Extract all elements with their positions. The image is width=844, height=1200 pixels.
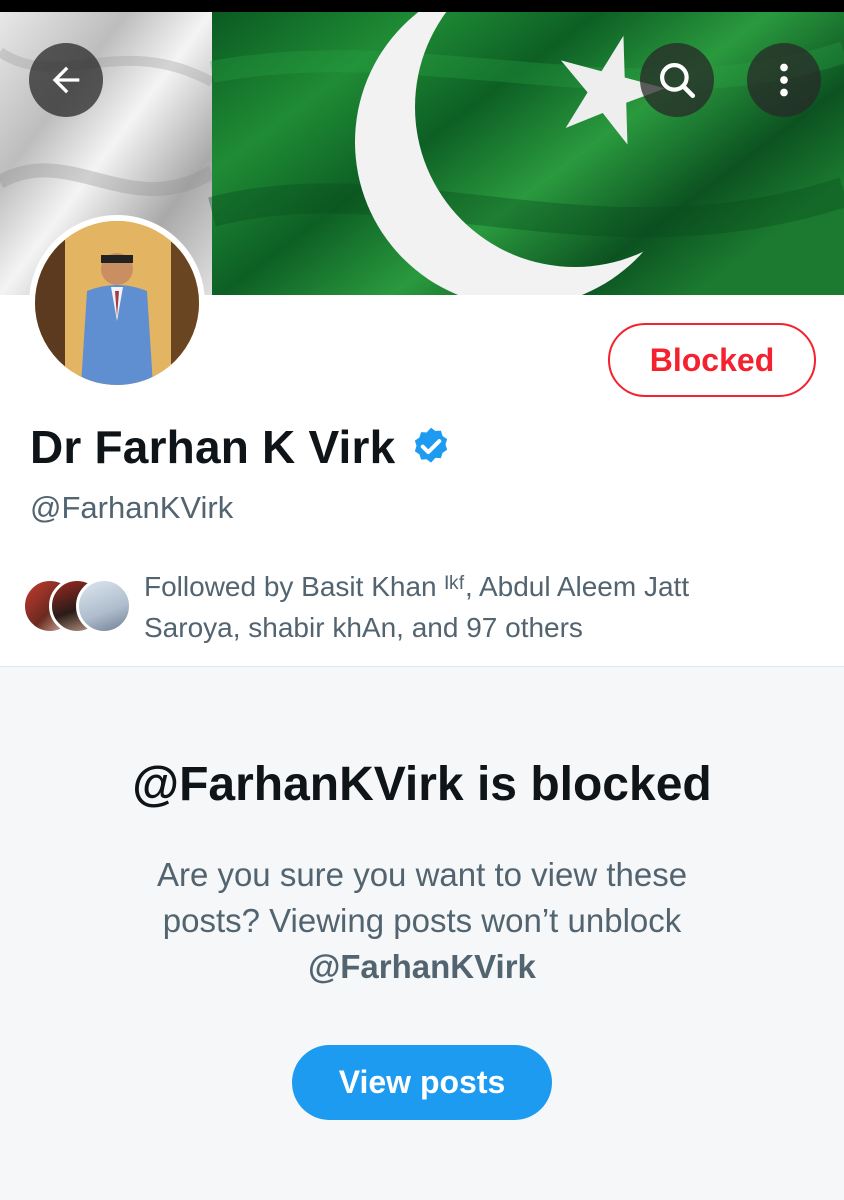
search-button[interactable] xyxy=(640,43,714,117)
blocked-button[interactable]: Blocked xyxy=(608,323,816,397)
more-options-button[interactable] xyxy=(747,43,821,117)
search-icon xyxy=(660,63,696,99)
back-button[interactable] xyxy=(29,43,103,117)
profile-name-row: Dr Farhan K Virk xyxy=(30,420,453,474)
followed-by[interactable]: Followed by Basit Khan ᴵᵏᶠ, Abdul Aleem … xyxy=(22,566,784,648)
blocked-description-text: Are you sure you want to view these post… xyxy=(156,856,688,939)
arrow-left-icon xyxy=(52,66,80,94)
avatar-photo xyxy=(35,221,199,385)
blocked-description: Are you sure you want to view these post… xyxy=(122,852,722,990)
verified-badge-icon[interactable] xyxy=(409,425,453,469)
blocked-description-handle: @FarhanKVirk xyxy=(308,948,536,985)
blocked-title: @FarhanKVirk is blocked xyxy=(132,758,712,811)
display-name: Dr Farhan K Virk xyxy=(30,421,396,473)
followed-by-text[interactable]: Followed by Basit Khan ᴵᵏᶠ, Abdul Aleem … xyxy=(144,566,784,648)
profile-handle: @FarhanKVirk xyxy=(30,490,234,525)
view-posts-button[interactable]: View posts xyxy=(292,1045,552,1120)
status-bar xyxy=(0,0,844,12)
follower-avatar xyxy=(76,578,132,634)
follower-avatars xyxy=(22,578,134,640)
more-vertical-icon xyxy=(780,63,788,97)
profile-avatar[interactable] xyxy=(29,215,205,391)
